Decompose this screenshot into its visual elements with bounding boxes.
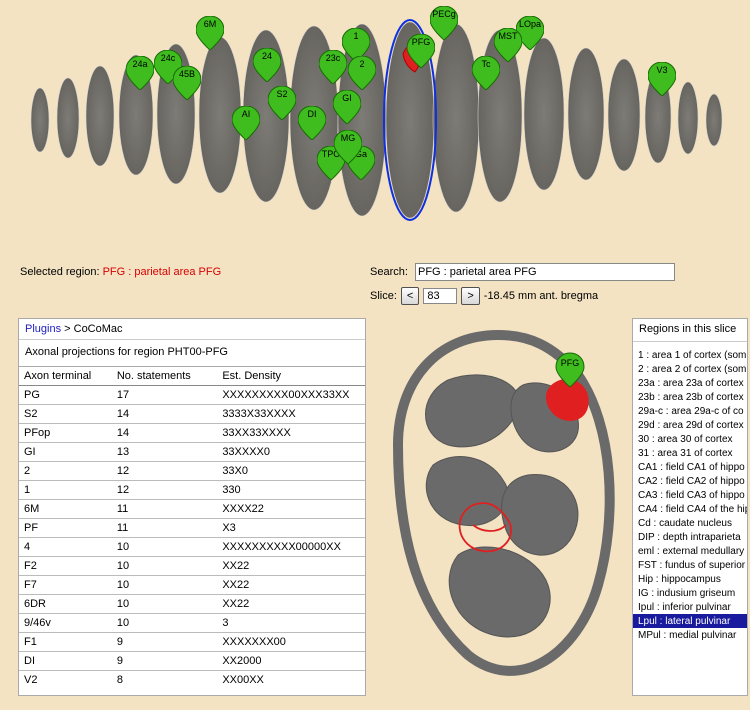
region-item[interactable]: Hip : hippocampus [633,572,747,586]
pin-gi[interactable]: GI [333,90,361,124]
region-item[interactable]: 31 : area 31 of cortex [633,446,747,460]
table-scroll-area[interactable]: Axon terminalNo. statementsEst. Density … [19,367,365,689]
pin-24a[interactable]: 24a [126,56,154,90]
region-item[interactable]: 23a : area 23a of cortex [633,376,747,390]
breadcrumb-root-link[interactable]: Plugins [25,323,61,335]
pin-ai[interactable]: AI [232,106,260,140]
region-item[interactable]: CA3 : field CA3 of hippo [633,488,747,502]
region-item[interactable]: Ipul : inferior pulvinar [633,600,747,614]
table-row[interactable]: PF11X3 [19,519,365,538]
pin-6m[interactable]: 6M [196,16,224,50]
axon-table: Axon terminalNo. statementsEst. Density … [19,367,365,689]
table-row[interactable]: 21233X0 [19,462,365,481]
region-item[interactable]: 1 : area 1 of cortex (som [633,348,747,362]
region-item[interactable]: CA4 : field CA4 of the hip [633,502,747,516]
pin-23c[interactable]: 23c [319,50,347,84]
breadcrumb-leaf: CoCoMac [74,323,123,335]
slice-next-button[interactable]: > [461,287,479,305]
region-item[interactable]: 2 : area 2 of cortex (som [633,362,747,376]
table-row[interactable]: 9/46v103 [19,614,365,633]
pin-di[interactable]: DI [298,106,326,140]
region-item[interactable]: DIP : depth intraparieta [633,530,747,544]
slice-2d-view[interactable]: PFG [378,325,623,705]
region-item[interactable]: 29a-c : area 29a-c of co [633,404,747,418]
pin-2[interactable]: 2 [348,56,376,90]
plugin-title: Axonal projections for region PHT00-PFG [19,340,365,367]
region-item[interactable]: CA1 : field CA1 of hippo [633,460,747,474]
region-item[interactable]: FST : fundus of superior [633,558,747,572]
slice-pin-label: PFG [561,358,580,368]
regions-panel: Regions in this slice 1 : area 1 of cort… [632,318,748,696]
pin-mg[interactable]: MG [334,130,362,164]
region-item[interactable]: CA2 : field CA2 of hippo [633,474,747,488]
table-row[interactable]: PFop1433XX33XXXX [19,424,365,443]
selected-region-value: PFG : parietal area PFG [103,266,222,278]
table-row[interactable]: GI1333XXXX0 [19,443,365,462]
bregma-readout: -18.45 mm ant. bregma [484,290,598,302]
table-row[interactable]: S2143333X33XXXX [19,405,365,424]
region-item[interactable]: 29d : area 29d of cortex [633,418,747,432]
slice-prev-button[interactable]: < [401,287,419,305]
column-header[interactable]: Axon terminal [19,367,112,386]
selected-region-label: Selected region: PFG : parietal area PFG [20,266,221,278]
pin-tc[interactable]: Tc [472,56,500,90]
pin-v3[interactable]: V3 [648,62,676,96]
pin-pfg[interactable]: PFG [407,34,435,68]
table-row[interactable]: 6DR10XX22 [19,595,365,614]
region-item[interactable]: IG : indusium griseum [633,586,747,600]
table-row[interactable]: 6M11XXXX22 [19,500,365,519]
regions-title: Regions in this slice [633,319,747,342]
column-header[interactable]: No. statements [112,367,217,386]
brain-slice-stack [0,10,750,240]
table-row[interactable]: F210XX22 [19,557,365,576]
region-item[interactable]: eml : external medullary [633,544,747,558]
region-item[interactable]: 23b : area 23b of cortex [633,390,747,404]
search-input[interactable] [415,263,675,281]
search-label: Search: [370,266,408,278]
brain-3d-view[interactable]: 6MPECg124LOpa23c2PFGMST24a24c45BV3TcS2GI… [0,0,750,255]
region-item[interactable]: Cd : caudate nucleus [633,516,747,530]
plugin-panel: Plugins > CoCoMac Axonal projections for… [18,318,366,696]
regions-list[interactable]: 1 : area 1 of cortex (som2 : area 2 of c… [633,348,747,642]
region-item[interactable]: MPul : medial pulvinar [633,628,747,642]
table-row[interactable]: 410XXXXXXXXXX00000XX [19,538,365,557]
region-item[interactable]: Lpul : lateral pulvinar [633,614,747,628]
slice-number-input[interactable] [423,288,457,304]
column-header[interactable]: Est. Density [217,367,365,386]
pin-45b[interactable]: 45B [173,66,201,100]
table-row[interactable]: V28XX00XX [19,671,365,690]
region-item[interactable]: 30 : area 30 of cortex [633,432,747,446]
table-row[interactable]: F710XX22 [19,576,365,595]
pin-s2[interactable]: S2 [268,86,296,120]
table-row[interactable]: F19XXXXXXX00 [19,633,365,652]
table-row[interactable]: DI9XX2000 [19,652,365,671]
slice-label: Slice: [370,290,397,302]
breadcrumb: Plugins > CoCoMac [19,319,365,340]
table-row[interactable]: PG17XXXXXXXXX00XXX33XX [19,386,365,405]
table-row[interactable]: 112330 [19,481,365,500]
pin-24[interactable]: 24 [253,48,281,82]
